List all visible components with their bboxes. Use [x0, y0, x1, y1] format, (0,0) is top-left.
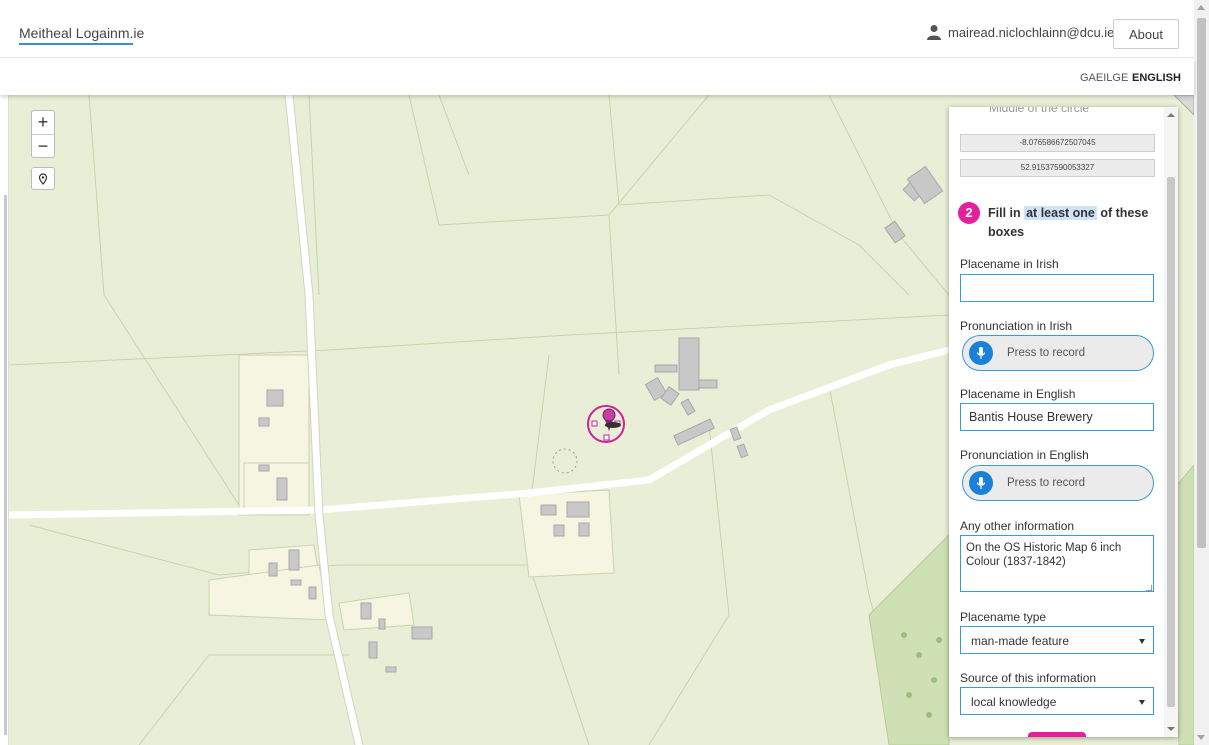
brand-link[interactable]: Meitheal Logainm.ie: [19, 25, 144, 41]
placename-english-input[interactable]: [960, 403, 1154, 431]
submit-button[interactable]: [1028, 732, 1086, 737]
placename-type-select[interactable]: man-made feature: [960, 626, 1154, 654]
other-info-wrapper: On the OS Historic Map 6 inch Colour (18…: [949, 535, 1164, 593]
placename-irish-input[interactable]: [960, 274, 1154, 302]
language-gaeilge[interactable]: GAEILGE: [1080, 72, 1128, 84]
cutoff-heading: Middle of the circle: [989, 107, 1090, 115]
latitude-field: 52.91537590053327: [960, 159, 1155, 177]
user-icon: [927, 25, 941, 40]
brand-underline: [19, 43, 133, 45]
scroll-down-icon[interactable]: [1197, 735, 1205, 740]
pronunciation-irish-label: Pronunciation in Irish: [960, 319, 1073, 333]
user-email: mairead.niclochlainn@dcu.ie: [948, 24, 1115, 40]
placename-type-value: man-made feature: [971, 634, 1070, 648]
chevron-down-icon: [1139, 700, 1145, 705]
language-english[interactable]: ENGLISH: [1132, 72, 1181, 84]
microphone-icon: [969, 471, 993, 495]
placename-english-label: Placename in English: [960, 387, 1076, 401]
record-english-button[interactable]: Press to record: [962, 465, 1154, 501]
zoom-out-button[interactable]: −: [32, 134, 54, 157]
other-info-textarea[interactable]: On the OS Historic Map 6 inch Colour (18…: [960, 535, 1154, 592]
top-header: Meitheal Logainm.ie mairead.niclochlainn…: [0, 0, 1194, 58]
scroll-up-icon[interactable]: [1197, 5, 1205, 10]
resize-grip-icon[interactable]: [1146, 585, 1152, 591]
other-info-label: Any other information: [960, 519, 1075, 533]
zoom-in-button[interactable]: +: [32, 111, 54, 134]
contribution-panel: Middle of the circle -8.076586672507045 …: [949, 107, 1178, 737]
record-irish-button[interactable]: Press to record: [962, 335, 1154, 371]
source-label: Source of this information: [960, 671, 1097, 685]
placename-type-label: Placename type: [960, 610, 1047, 624]
longitude-field: -8.076586672507045: [960, 134, 1155, 152]
window-scrollbar[interactable]: [1194, 0, 1209, 745]
left-scrollbar[interactable]: [0, 95, 9, 745]
panel-scrollbar-thumb[interactable]: [1167, 177, 1175, 707]
record-english-label: Press to record: [1007, 477, 1085, 489]
panel-scrollbar[interactable]: [1164, 107, 1178, 737]
microphone-icon: [969, 341, 993, 365]
step-badge: 2: [958, 202, 980, 224]
location-pin-icon: [38, 172, 48, 185]
zoom-control: + −: [31, 110, 55, 158]
scroll-up-icon[interactable]: [1167, 113, 1175, 117]
step-instruction: Fill in at least one of these boxes: [988, 204, 1158, 242]
about-button[interactable]: About: [1113, 19, 1179, 49]
pronunciation-english-label: Pronunciation in English: [960, 448, 1089, 462]
step-text-pre: Fill in: [988, 206, 1025, 220]
chevron-down-icon: [1139, 639, 1145, 644]
locate-button[interactable]: [31, 167, 55, 190]
scroll-down-icon[interactable]: [1167, 727, 1175, 731]
record-irish-label: Press to record: [1007, 347, 1085, 359]
source-value: local knowledge: [971, 695, 1057, 709]
left-scrollbar-thumb[interactable]: [4, 195, 7, 735]
source-select[interactable]: local knowledge: [960, 687, 1154, 715]
window-scrollbar-thumb[interactable]: [1197, 18, 1206, 548]
placename-irish-label: Placename in Irish: [960, 257, 1059, 271]
step-text-highlight: at least one: [1024, 206, 1097, 220]
language-bar: GAEILGE ENGLISH: [0, 59, 1194, 95]
user-info: mairead.niclochlainn@dcu.ie: [926, 24, 1114, 40]
